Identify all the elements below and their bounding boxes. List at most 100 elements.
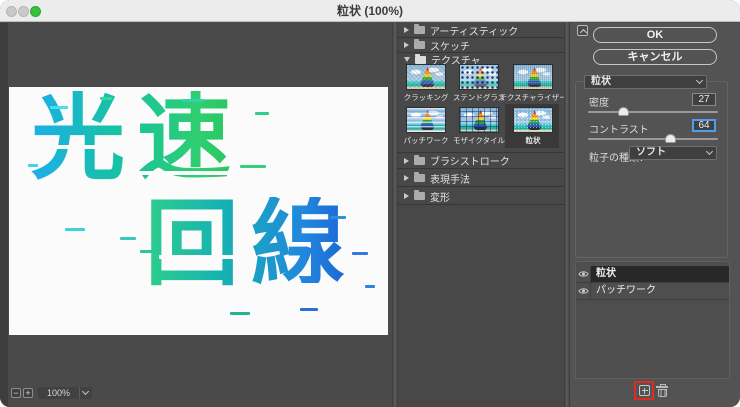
- glitch-dash: [65, 228, 85, 231]
- left-gutter: [0, 23, 8, 407]
- glitch-dash: [230, 312, 250, 315]
- category-stylize[interactable]: 表現手法: [398, 170, 564, 187]
- chevron-down-icon: [706, 148, 713, 155]
- thumbnail-art: [460, 65, 498, 89]
- glitch-dash: [255, 112, 269, 115]
- filter-thumb-label[interactable]: テクスチャライザー: [499, 92, 566, 103]
- glitch-dash: [182, 99, 204, 102]
- triangle-right-icon[interactable]: [404, 175, 409, 181]
- category-distort[interactable]: 変形: [398, 188, 564, 205]
- glitch-dash: [240, 165, 266, 168]
- folder-icon: [414, 174, 425, 182]
- effect-layer-row-patchwork[interactable]: パッチワーク: [576, 283, 729, 300]
- category-label: 表現手法: [430, 171, 470, 186]
- glitch-dash: [28, 164, 38, 167]
- filter-thumb-label[interactable]: クラッキング: [404, 92, 449, 103]
- category-label: 変形: [430, 189, 450, 204]
- filter-thumb-patchwork[interactable]: [406, 107, 446, 133]
- zoom-level-value: 100%: [38, 388, 79, 398]
- category-sketch[interactable]: スケッチ: [398, 38, 564, 53]
- density-value-field[interactable]: 27: [692, 93, 716, 106]
- filter-thumb-label-selected[interactable]: 粒状: [526, 135, 541, 146]
- contrast-slider-track[interactable]: [588, 138, 718, 140]
- filter-thumb-label[interactable]: パッチワーク: [404, 135, 449, 146]
- contrast-label: コントラスト: [589, 121, 649, 136]
- category-label: スケッチ: [430, 38, 470, 53]
- folder-icon: [414, 41, 425, 49]
- preview-canvas[interactable]: 光速 回線: [9, 87, 388, 335]
- open-folder-icon: [415, 56, 426, 64]
- density-slider-track[interactable]: [588, 111, 718, 113]
- zoom-in-button[interactable]: +: [23, 388, 33, 398]
- density-slider-thumb[interactable]: [618, 107, 629, 116]
- minus-icon: −: [13, 388, 18, 398]
- visibility-toggle[interactable]: [576, 283, 591, 299]
- ok-button[interactable]: OK: [593, 27, 717, 43]
- contrast-value-field[interactable]: 64: [692, 119, 716, 132]
- visibility-toggle[interactable]: [576, 266, 591, 282]
- glitch-dash: [140, 250, 158, 253]
- grain-type-value: ソフト: [636, 147, 666, 158]
- filter-select[interactable]: 粒状: [584, 75, 707, 89]
- thumbnail-art: [514, 108, 552, 132]
- category-brush-strokes[interactable]: ブラシストローク: [398, 152, 564, 169]
- red-highlight-annotation: [634, 381, 654, 400]
- thumbnail-art: [407, 65, 445, 89]
- window-title: 粒状 (100%): [0, 0, 740, 21]
- filter-thumb-craquelure[interactable]: [406, 64, 446, 90]
- preview-pane: 光速 回線 − + 100%: [0, 23, 392, 407]
- eye-icon: [578, 287, 589, 295]
- effect-layer-name: パッチワーク: [591, 283, 729, 299]
- glitch-dash: [50, 106, 68, 109]
- category-label: アーティスティック: [430, 23, 518, 38]
- contrast-slider-thumb[interactable]: [665, 134, 676, 143]
- glitch-slice: [159, 255, 251, 259]
- thumbnail-art: [407, 108, 445, 132]
- grain-type-select[interactable]: ソフト: [629, 146, 717, 160]
- settings-pane: OK キャンセル 粒状 密度 27 コントラスト 64 粒子の種類： ソフト: [570, 23, 740, 407]
- triangle-right-icon[interactable]: [404, 158, 409, 164]
- filter-thumb-mosaic-tiles[interactable]: [459, 107, 499, 133]
- folder-icon: [414, 192, 425, 200]
- effect-layer-row-grain[interactable]: 粒状: [576, 266, 729, 283]
- glitch-dash: [100, 97, 112, 100]
- title-bar: 粒状 (100%): [0, 0, 740, 22]
- cancel-button[interactable]: キャンセル: [593, 49, 717, 65]
- chevron-up-icon: [579, 28, 586, 35]
- folder-icon: [414, 26, 425, 34]
- delete-effect-layer-icon[interactable]: [657, 386, 667, 397]
- glitch-dash: [365, 285, 375, 288]
- zoom-select-chevron-area: [79, 387, 92, 399]
- glitch-dash: [120, 237, 136, 240]
- filter-category-pane: アーティスティック スケッチ テクスチャ クラッキング ステンドグラス テクスチ…: [398, 23, 564, 407]
- density-label: 密度: [589, 94, 609, 109]
- category-label: ブラシストローク: [430, 153, 510, 168]
- chevron-down-icon: [82, 388, 89, 395]
- thumbnail-art: [514, 65, 552, 89]
- filter-gallery-dialog: 粒状 (100%) 光速 回線 −: [0, 0, 740, 407]
- glitch-slice: [133, 171, 239, 175]
- zoom-out-button[interactable]: −: [11, 388, 21, 398]
- triangle-right-icon[interactable]: [404, 42, 409, 48]
- glitch-slice: [15, 145, 111, 149]
- filter-select-value: 粒状: [591, 76, 611, 87]
- triangle-right-icon[interactable]: [404, 193, 409, 199]
- filter-thumb-label[interactable]: ステンドグラス: [453, 92, 505, 103]
- effect-layers-list: 粒状 パッチワーク: [575, 261, 730, 379]
- trash-lid: [656, 386, 668, 388]
- category-artistic[interactable]: アーティスティック: [398, 23, 564, 38]
- triangle-down-icon[interactable]: [404, 57, 410, 62]
- glitch-slice: [265, 283, 343, 287]
- artwork-text-line2: 回線: [145, 197, 357, 291]
- eye-icon: [578, 270, 589, 278]
- glitch-dash: [330, 216, 346, 219]
- zoom-level-select[interactable]: 100%: [38, 387, 92, 399]
- filter-thumb-stained-glass[interactable]: [459, 64, 499, 90]
- chevron-down-icon: [696, 77, 703, 84]
- filter-thumb-label[interactable]: モザイクタイル: [453, 135, 505, 146]
- filter-thumb-grain[interactable]: [513, 107, 553, 133]
- collapse-filter-list-icon[interactable]: [577, 25, 588, 36]
- filter-thumb-texturizer[interactable]: [513, 64, 553, 90]
- triangle-right-icon[interactable]: [404, 27, 409, 33]
- plus-icon: +: [25, 388, 30, 398]
